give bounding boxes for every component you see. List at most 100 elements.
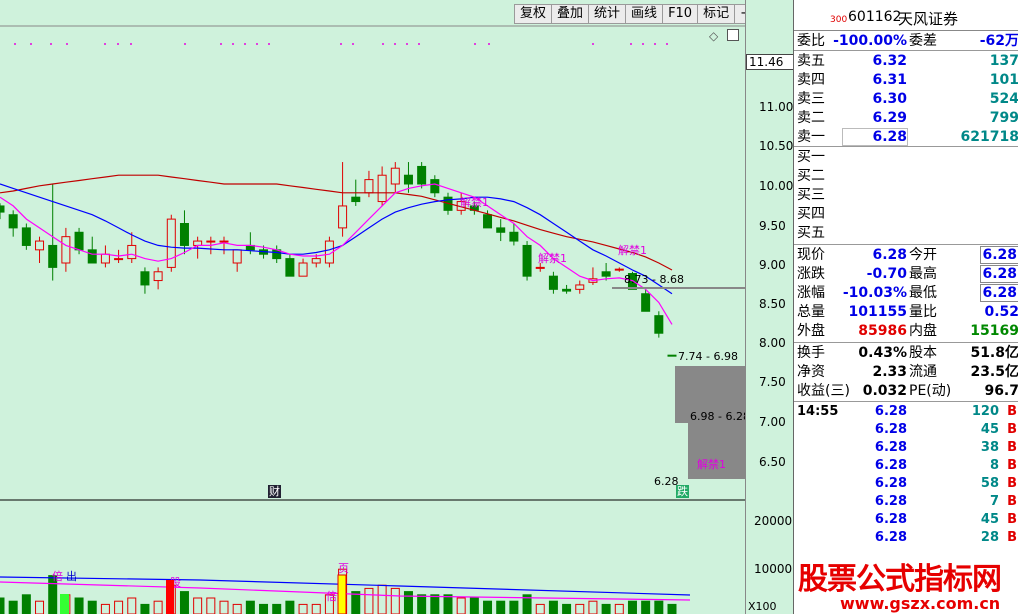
ref-dot: [232, 43, 234, 45]
range-label-3: 6.98 - 6.28: [690, 410, 745, 423]
tick-9-00: 9.00: [759, 258, 786, 272]
diamond-icon[interactable]: ◇: [709, 29, 718, 43]
stat-value2: 6.28: [980, 246, 1018, 264]
watermark: 股票公式指标网 www.gszx.com.cn: [794, 548, 1018, 614]
buy-row: 买五: [794, 224, 1018, 242]
tick-price: 6.28: [874, 422, 907, 437]
candle-body: [562, 288, 572, 292]
buy-label: 买一: [797, 149, 825, 165]
weibi-row: 委比 -100.00% 委差 -62万: [794, 32, 1018, 50]
sell-volume: 621718: [960, 129, 1018, 145]
candle-body: [338, 205, 348, 229]
biaoji-button[interactable]: 标记: [697, 4, 736, 24]
volume-bar: [456, 597, 466, 614]
stat-value2: 6.28: [980, 265, 1018, 283]
tick-row: 6.28 58 B: [794, 475, 1018, 493]
tick-side: B: [1007, 530, 1017, 545]
buy-label: 买五: [797, 225, 825, 241]
volume-bar: [35, 600, 45, 614]
candle-body: [483, 214, 493, 229]
stat2-value2: 96.7: [984, 383, 1018, 399]
stat2-label2: PE(动): [909, 383, 952, 399]
ref-dot: [66, 43, 68, 45]
candle-body: [140, 271, 150, 286]
candle-body: [179, 223, 189, 246]
range-label-1: 8.73 - 8.68: [624, 273, 684, 286]
volume-bar: [0, 597, 5, 614]
volume-bar: [496, 600, 506, 614]
ref-dot: [406, 43, 408, 45]
candle-body: [364, 179, 374, 194]
volume-bar: [390, 587, 400, 614]
tick-volume: 120: [971, 404, 999, 419]
ref-dot: [50, 43, 52, 45]
buy-row: 买三: [794, 186, 1018, 204]
volume-bar: [285, 600, 295, 614]
ref-dot: [666, 43, 668, 45]
volume-bar: [193, 597, 203, 614]
tick-9-50: 9.50: [759, 219, 786, 233]
sell-label: 卖三: [797, 91, 825, 107]
range-label-2: 7.74 - 6.98: [678, 350, 738, 363]
ref-dot: [488, 43, 490, 45]
candle-body: [193, 240, 203, 246]
sell-row: 卖四 6.31 101: [794, 71, 1018, 89]
ref-dot: [256, 43, 258, 45]
f10-button[interactable]: F10: [662, 4, 699, 24]
kline-svg: 解禁1 解禁1 解禁1 解禁1 8.73 - 8.68 7.74 - 6.98 6.98 -…: [0, 25, 745, 614]
vol-tick-10000: 10000: [754, 562, 793, 576]
divider: [794, 50, 1018, 51]
candle-body: [298, 262, 308, 277]
fuquan-button[interactable]: 复权: [514, 4, 553, 24]
volume-bar: [483, 600, 493, 614]
volume-bar: [245, 600, 255, 614]
last-price-label: 6.28: [654, 475, 679, 488]
tick-price: 6.28: [874, 530, 907, 545]
volume-bar: [114, 600, 124, 614]
jiejin-label-4: 解禁1: [697, 457, 726, 471]
candle-body: [48, 244, 58, 268]
ref-dot: [117, 43, 119, 45]
volume-bar: [232, 603, 242, 614]
die-marker[interactable]: 跌: [676, 485, 689, 498]
weibi-value: -100.00%: [833, 33, 907, 49]
panel-toggle-icon[interactable]: [727, 29, 739, 41]
tick-price: 6.28: [874, 512, 907, 527]
tick-8-50: 8.50: [759, 297, 786, 311]
stat-value: 6.28: [872, 247, 907, 263]
volume-bar: [272, 603, 282, 614]
diejia-button[interactable]: 叠加: [551, 4, 590, 24]
candle-body: [219, 240, 229, 243]
tick-row: 6.28 8 B: [794, 457, 1018, 475]
vol-mark-4: 页: [338, 562, 349, 575]
ref-dot: [104, 43, 106, 45]
tick-price: 6.28: [874, 440, 907, 455]
tick-time: 14:55: [797, 404, 839, 419]
volume-bar: [588, 600, 598, 614]
tick-side: B: [1007, 422, 1017, 437]
sell-price: 6.30: [872, 91, 907, 107]
stat-row: 外盘 85986 内盘 15169: [794, 322, 1018, 340]
volume-bar: [140, 603, 150, 614]
kline-chart[interactable]: 解禁1 解禁1 解禁1 解禁1 8.73 - 8.68 7.74 - 6.98 6.98 -…: [0, 0, 821, 614]
ma5-line: [0, 183, 673, 325]
cai-marker[interactable]: 财: [268, 485, 281, 498]
stat-label2: 今开: [909, 247, 937, 263]
stat-value: -0.70: [866, 266, 907, 282]
tick-row: 6.28 28 B: [794, 529, 1018, 547]
volume-bar: [417, 594, 427, 614]
sell-row: 卖二 6.29 799: [794, 109, 1018, 127]
candle-body: [114, 258, 124, 261]
tick-side: B: [1007, 440, 1017, 455]
volume-bar: [535, 603, 545, 614]
tick-8-00: 8.00: [759, 336, 786, 350]
tongji-button[interactable]: 统计: [588, 4, 627, 24]
stat2-value: 0.032: [862, 383, 907, 399]
stat2-label: 收益(三): [797, 383, 850, 399]
buy-row: 买一: [794, 148, 1018, 166]
volume-bar: [74, 597, 84, 614]
ma-lines-group: [0, 174, 673, 325]
huaxian-button[interactable]: 画线: [625, 4, 664, 24]
sell-row: 卖三 6.30 524: [794, 90, 1018, 108]
ma10-line: [0, 183, 673, 295]
